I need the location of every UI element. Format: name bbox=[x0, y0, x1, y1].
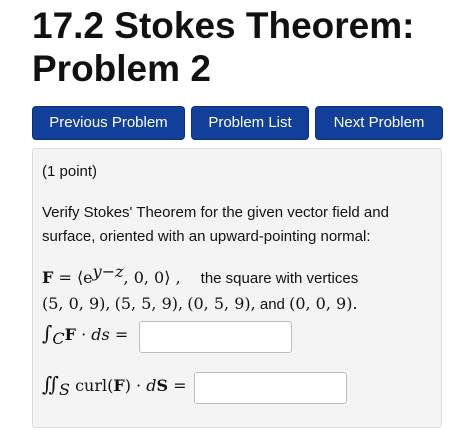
problem-panel: (1 point) Verify Stokes' Theorem for the… bbox=[32, 148, 442, 428]
problem-list-button[interactable]: Problem List bbox=[191, 106, 309, 140]
surface-integral-answer-input[interactable] bbox=[194, 372, 347, 404]
vertex-4: (0, 0, 9). bbox=[289, 294, 358, 313]
curl-vector: F bbox=[113, 376, 125, 395]
page-title: 17.2 Stokes Theorem: Problem 2 bbox=[32, 5, 415, 89]
curve-subscript: C bbox=[52, 329, 65, 348]
points-label: (1 point) bbox=[42, 163, 98, 180]
vertex-2: (5, 5, 9), bbox=[114, 294, 184, 313]
line-integral-vector: F bbox=[64, 325, 77, 344]
vertex-1: (5, 0, 9), bbox=[42, 294, 111, 313]
curl-close: ) · bbox=[124, 376, 147, 395]
line-integral-answer-input[interactable] bbox=[139, 321, 292, 353]
surface-integral-icon: ∬ bbox=[42, 372, 60, 396]
line-integral-ds: ds bbox=[91, 325, 110, 344]
surface-subscript: S bbox=[59, 380, 70, 399]
line-integral-dot: · bbox=[76, 325, 92, 344]
surface-integral-label: ∬S curl(F) · dS = bbox=[42, 372, 187, 399]
problem-prompt: Verify Stokes' Theorem for the given vec… bbox=[42, 204, 389, 245]
vertex-and: and bbox=[259, 296, 285, 313]
field-symbol: F bbox=[42, 268, 54, 287]
surface-d: d bbox=[146, 376, 157, 395]
line-integral-icon: ∫ bbox=[42, 321, 53, 345]
vertex-3: (0, 5, 9), bbox=[187, 294, 256, 313]
curl-text: curl( bbox=[70, 376, 114, 395]
line-integral-label: ∫CF · ds = bbox=[42, 321, 128, 348]
surface-description: the square with vertices bbox=[200, 270, 359, 287]
surface-dS: S bbox=[156, 376, 169, 395]
field-exponent: y−z bbox=[92, 262, 124, 281]
previous-problem-button[interactable]: Previous Problem bbox=[32, 106, 185, 140]
field-eq: = ⟨e bbox=[53, 268, 93, 287]
next-problem-button[interactable]: Next Problem bbox=[315, 106, 443, 140]
vector-field-definition: F = ⟨ey−z, 0, 0⟩ , the square with vertic… bbox=[42, 259, 437, 317]
line-integral-eq: = bbox=[109, 325, 129, 344]
surface-integral-eq: = bbox=[168, 376, 187, 395]
field-rest: , 0, 0⟩ , bbox=[123, 268, 181, 287]
